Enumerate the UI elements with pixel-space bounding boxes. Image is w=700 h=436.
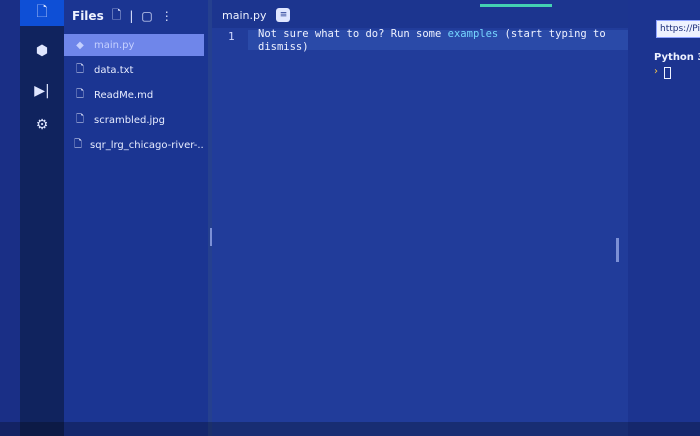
editor-hint: Not sure what to do? Run some examples (… (258, 28, 608, 54)
debugger-rail-button[interactable]: ▶| (20, 78, 64, 104)
file-item-scrambled-jpg[interactable]: 🗋 scrambled.jpg (64, 109, 204, 131)
left-icon-rail: 🗋 ⬢ ▶| ⚙ (20, 0, 64, 436)
hint-prefix: Not sure what to do? Run some (258, 28, 448, 40)
file-icon: 🗋 (75, 113, 85, 125)
python-version-label: Python 3 (654, 52, 700, 63)
files-icon: 🗋 (36, 4, 48, 20)
format-icon[interactable]: ≡ (276, 8, 291, 22)
file-icon: 🗋 (75, 88, 85, 100)
files-header: Files 🗋 | ▢ ⋮ (72, 6, 173, 26)
webview-url[interactable]: https://Pi (656, 20, 700, 38)
file-item-label: main.py (94, 39, 135, 51)
settings-rail-button[interactable]: ⚙ (20, 112, 64, 138)
settings-icon: ⚙ (35, 117, 49, 133)
run-indicator (480, 4, 552, 7)
file-icon: 🗋 (74, 138, 83, 150)
console-prompt: › (654, 66, 658, 77)
console-panel[interactable] (628, 0, 700, 436)
files-title: Files (72, 9, 104, 23)
python-file-icon: ◆ (76, 39, 84, 51)
bottom-edge-shadow (0, 422, 700, 436)
editor-resize-handle[interactable] (616, 238, 619, 262)
tab-label: main.py (222, 8, 267, 22)
examples-link[interactable]: examples (448, 28, 499, 40)
console-cursor (664, 67, 671, 79)
header-separator-icon: | (129, 9, 134, 23)
add-folder-icon[interactable]: ▢ (141, 9, 152, 23)
file-item-label: ReadMe.md (94, 89, 154, 101)
file-item-chicago-river[interactable]: 🗋 sqr_lrg_chicago-river-... (64, 134, 204, 156)
file-item-main-py[interactable]: ◆ main.py (64, 34, 204, 56)
files-rail-button[interactable]: 🗋 (20, 0, 64, 26)
line-number: 1 (228, 30, 235, 43)
file-item-label: data.txt (94, 64, 134, 76)
file-item-data-txt[interactable]: 🗋 data.txt (64, 59, 204, 81)
code-editor[interactable]: main.py ≡ 1 Not sure what to do? Run som… (212, 0, 632, 436)
add-file-icon[interactable]: 🗋 (112, 6, 122, 27)
file-item-label: scrambled.jpg (94, 114, 165, 126)
file-item-label: sqr_lrg_chicago-river-... (90, 139, 204, 151)
packages-icon: ⬢ (35, 43, 49, 59)
packages-rail-button[interactable]: ⬢ (20, 38, 64, 64)
tab-main-py[interactable]: main.py ≡ (222, 6, 291, 24)
replit-screen: 🗋 ⬢ ▶| ⚙ Files 🗋 | ▢ ⋮ ◆ main.py 🗋 data.… (0, 0, 700, 436)
files-panel: Files 🗋 | ▢ ⋮ ◆ main.py 🗋 data.txt 🗋 Rea… (64, 0, 208, 436)
debugger-icon: ▶| (34, 83, 50, 99)
more-options-icon[interactable]: ⋮ (161, 9, 173, 23)
file-item-readme-md[interactable]: 🗋 ReadMe.md (64, 84, 204, 106)
editor-tabbar: main.py ≡ (212, 0, 628, 28)
file-icon: 🗋 (75, 63, 85, 75)
